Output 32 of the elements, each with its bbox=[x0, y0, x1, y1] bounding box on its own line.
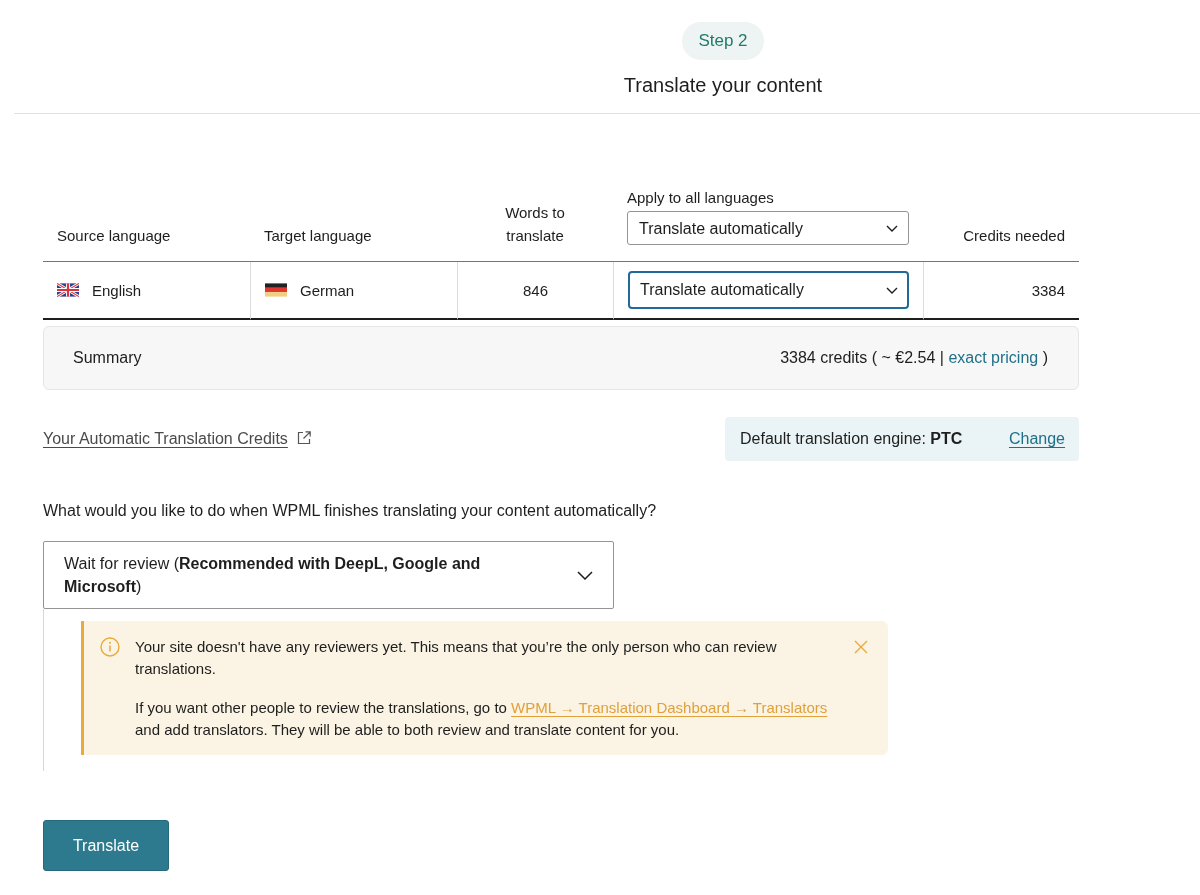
translation-method-select[interactable]: Translate automatically bbox=[628, 271, 909, 309]
question-text: What would you like to do when WPML finishes translating your content automatically? bbox=[43, 501, 658, 521]
review-select[interactable]: Wait for review (Recommended with DeepL, Google and Microsoft) bbox=[43, 541, 614, 609]
external-link-icon bbox=[296, 430, 311, 445]
column-header: Apply to all languages bbox=[627, 188, 775, 208]
german-flag-icon bbox=[265, 283, 287, 297]
translate-button[interactable]: Translate bbox=[43, 820, 169, 871]
uk-flag-icon bbox=[57, 283, 79, 297]
change-link[interactable]: Change bbox=[1008, 430, 1065, 448]
column-header: Words to translate bbox=[504, 203, 566, 246]
credits-link[interactable]: Your Automatic Translation Credits bbox=[43, 430, 288, 448]
column-header: Target language bbox=[264, 226, 373, 246]
chevron-down-icon bbox=[886, 224, 898, 232]
info-icon bbox=[100, 637, 120, 657]
page-title: Translate your content bbox=[623, 73, 823, 97]
table-cell: 846 bbox=[523, 281, 548, 299]
chevron-down-icon bbox=[886, 286, 898, 294]
summary-label: Summary bbox=[73, 349, 142, 367]
engine-label: Default translation engine: PTC bbox=[740, 430, 963, 448]
notice-text: If you want other people to review the translations, go to WPML → Translation Dashboard → Translators and add translators. They will be able to both review and translate content for you. bbox=[135, 698, 828, 740]
table-cell: English bbox=[92, 281, 142, 299]
column-header: Credits needed bbox=[963, 226, 1065, 246]
notice-text: Your site doesn't have any reviewers yet. This means that you’re the only person who can review translations. bbox=[135, 637, 778, 679]
step-badge: Step 2 bbox=[682, 22, 764, 60]
apply-all-select[interactable]: Translate automatically bbox=[627, 211, 909, 245]
chevron-down-icon bbox=[577, 570, 593, 580]
table-cell: 3384 bbox=[1031, 281, 1065, 299]
pricing-link[interactable]: exact pricing bbox=[948, 349, 1039, 366]
column-header: Source language bbox=[57, 226, 172, 246]
close-icon[interactable] bbox=[854, 640, 868, 654]
table-cell: German bbox=[300, 281, 355, 299]
summary-value: 3384 credits ( ~ €2.54 | exact pricing ) bbox=[780, 349, 1048, 367]
